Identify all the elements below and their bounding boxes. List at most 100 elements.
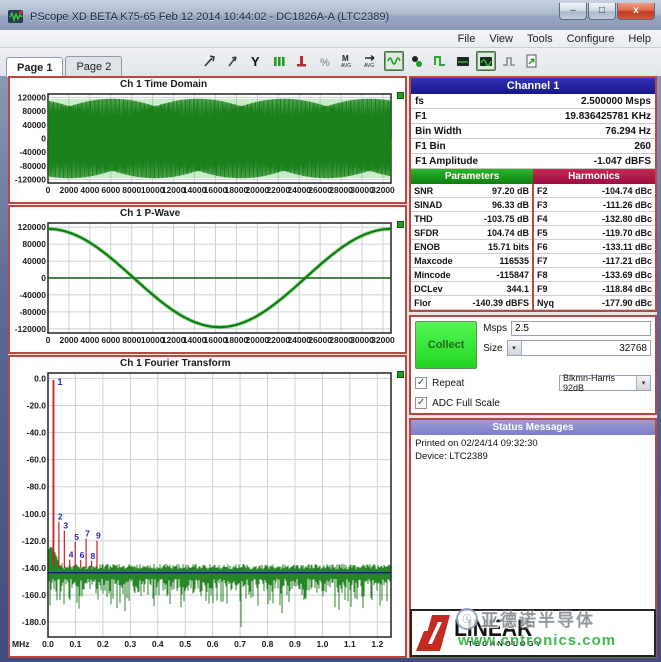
parameter-row-thd: THD-103.75 dB bbox=[411, 212, 532, 226]
status-line: Printed on 02/24/14 09:32:30 bbox=[415, 438, 651, 451]
svg-text:0.0: 0.0 bbox=[34, 373, 46, 383]
adc-full-scale-checkbox[interactable]: ✓ bbox=[415, 397, 427, 409]
info-row-f1: F119.836425781 KHz bbox=[411, 109, 655, 124]
svg-text:0.5: 0.5 bbox=[179, 639, 191, 649]
repeat-checkbox[interactable]: ✓ bbox=[415, 377, 427, 389]
channel-legend-swatch bbox=[397, 92, 404, 99]
tab-bar: Page 1Page 2 Y%MAVGAVG bbox=[0, 48, 661, 76]
svg-text:9: 9 bbox=[96, 531, 101, 541]
status-line: Device: LTC2389 bbox=[415, 451, 651, 464]
probe-tool-icon[interactable] bbox=[200, 51, 220, 71]
pwave-chart: 12000080000400000-40000-80000-1200000200… bbox=[10, 220, 405, 348]
svg-text:0.1: 0.1 bbox=[70, 639, 82, 649]
fft-window-dropdown[interactable]: Blkmn-Harris 92dB ▾ bbox=[559, 375, 651, 391]
menu-bar: File View Tools Configure Help bbox=[0, 30, 661, 48]
main-area: Ch 1 Time Domain 12000080000400000-40000… bbox=[8, 76, 657, 658]
svg-text:0.3: 0.3 bbox=[124, 639, 136, 649]
svg-text:-20.0: -20.0 bbox=[27, 400, 47, 410]
menu-view[interactable]: View bbox=[489, 33, 513, 45]
svg-text:0.8: 0.8 bbox=[262, 639, 274, 649]
chevron-down-icon[interactable]: ▾ bbox=[508, 341, 522, 355]
svg-text:-140.0: -140.0 bbox=[22, 563, 46, 573]
zoom-pointer-icon[interactable] bbox=[223, 51, 243, 71]
status-header: Status Messages bbox=[411, 420, 655, 435]
svg-text:AVG: AVG bbox=[341, 63, 351, 69]
svg-text:-80000: -80000 bbox=[20, 307, 47, 317]
svg-text:0.6: 0.6 bbox=[207, 639, 219, 649]
percent-icon[interactable]: % bbox=[315, 51, 335, 71]
svg-text:AVG: AVG bbox=[364, 63, 374, 69]
harmonic-row-f7: F7-117.21 dBc bbox=[534, 254, 655, 268]
svg-text:1: 1 bbox=[57, 377, 62, 387]
svg-text:0.0: 0.0 bbox=[42, 639, 54, 649]
svg-text:120000: 120000 bbox=[18, 222, 47, 232]
parameter-row-maxcode: Maxcode116535 bbox=[411, 254, 532, 268]
parameter-row-enob: ENOB15.71 bits bbox=[411, 240, 532, 254]
svg-text:2000: 2000 bbox=[59, 335, 78, 345]
menu-tools[interactable]: Tools bbox=[527, 33, 553, 45]
display-active-icon[interactable] bbox=[476, 51, 496, 71]
time-domain-icon[interactable] bbox=[384, 51, 404, 71]
svg-text:0.4: 0.4 bbox=[152, 639, 164, 649]
code-density-icon[interactable] bbox=[407, 51, 427, 71]
svg-text:-120000: -120000 bbox=[15, 175, 46, 185]
channel-header: Channel 1 bbox=[411, 78, 655, 94]
svg-text:-80000: -80000 bbox=[20, 161, 47, 171]
toolbar: Y%MAVGAVG bbox=[200, 51, 542, 71]
bar-graph-icon[interactable] bbox=[292, 51, 312, 71]
running-average-icon[interactable]: AVG bbox=[361, 51, 381, 71]
minimize-button[interactable]: – bbox=[559, 3, 587, 20]
harmonic-row-f8: F8-133.69 dBc bbox=[534, 268, 655, 282]
harmonic-row-f6: F6-133.11 dBc bbox=[534, 240, 655, 254]
max-average-icon[interactable]: MAVG bbox=[338, 51, 358, 71]
maximize-button[interactable]: □ bbox=[588, 3, 616, 20]
fourier-transform-plot[interactable]: Ch 1 Fourier Transform 0.0-20.0-40.0-60.… bbox=[8, 355, 407, 658]
svg-text:-80.0: -80.0 bbox=[27, 482, 47, 492]
cursors-icon[interactable] bbox=[269, 51, 289, 71]
parameter-row-sinad: SINAD96.33 dB bbox=[411, 198, 532, 212]
menu-help[interactable]: Help bbox=[628, 33, 651, 45]
close-button[interactable]: x bbox=[617, 3, 655, 20]
svg-text:32000: 32000 bbox=[371, 185, 395, 195]
pwave-plot[interactable]: Ch 1 P-Wave 12000080000400000-40000-8000… bbox=[8, 205, 407, 354]
channel-legend-swatch bbox=[397, 371, 404, 378]
time-domain-plot[interactable]: Ch 1 Time Domain 12000080000400000-40000… bbox=[8, 76, 407, 204]
svg-text:120000: 120000 bbox=[18, 92, 47, 102]
svg-text:0: 0 bbox=[41, 134, 46, 144]
repeat-label: Repeat bbox=[432, 378, 554, 389]
harmonic-row-f4: F4-132.80 dBc bbox=[534, 212, 655, 226]
logo-line1: LINEAR bbox=[454, 616, 543, 640]
plot-title: Ch 1 Fourier Transform bbox=[10, 357, 405, 370]
menu-file[interactable]: File bbox=[458, 33, 476, 45]
plot-title: Ch 1 Time Domain bbox=[10, 78, 405, 91]
y-scale-icon[interactable]: Y bbox=[246, 51, 266, 71]
info-row-f1-bin: F1 Bin260 bbox=[411, 139, 655, 154]
plot-title: Ch 1 P-Wave bbox=[10, 207, 405, 220]
parameter-row-dclev: DCLev344.1 bbox=[411, 282, 532, 296]
pwave-icon[interactable] bbox=[430, 51, 450, 71]
display-dark-icon[interactable] bbox=[453, 51, 473, 71]
svg-text:Y: Y bbox=[251, 54, 260, 69]
harmonic-row-f5: F5-119.70 dBc bbox=[534, 226, 655, 240]
svg-text:1.2: 1.2 bbox=[371, 639, 383, 649]
menu-configure[interactable]: Configure bbox=[567, 33, 615, 45]
parameter-row-sfdr: SFDR104.74 dB bbox=[411, 226, 532, 240]
harmonic-row-f2: F2-104.74 dBc bbox=[534, 184, 655, 198]
channel-legend-swatch bbox=[397, 221, 404, 228]
status-body: Printed on 02/24/14 09:32:30Device: LTC2… bbox=[411, 435, 655, 467]
export-report-icon[interactable] bbox=[522, 51, 542, 71]
svg-text:-40.0: -40.0 bbox=[27, 428, 47, 438]
msps-input[interactable] bbox=[511, 321, 651, 336]
svg-text:8000: 8000 bbox=[122, 185, 141, 195]
tab-page-1[interactable]: Page 1 bbox=[6, 57, 63, 77]
step-response-icon[interactable] bbox=[499, 51, 519, 71]
plots-column: Ch 1 Time Domain 12000080000400000-40000… bbox=[8, 76, 407, 658]
svg-text:2000: 2000 bbox=[59, 185, 78, 195]
collect-button[interactable]: Collect bbox=[415, 321, 477, 369]
chevron-down-icon[interactable]: ▾ bbox=[636, 376, 650, 390]
svg-text:2: 2 bbox=[58, 512, 63, 522]
tab-page-2[interactable]: Page 2 bbox=[65, 56, 122, 76]
size-dropdown[interactable]: ▾ 32768 bbox=[507, 340, 651, 356]
svg-text:MHz: MHz bbox=[12, 639, 29, 649]
title-bar[interactable]: PScope XD BETA K75-65 Feb 12 2014 10:44:… bbox=[0, 0, 661, 30]
